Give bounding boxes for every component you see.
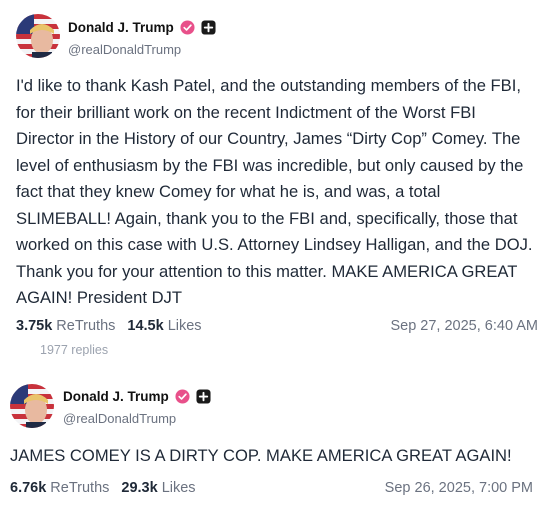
timestamp[interactable]: Sep 27, 2025, 6:40 AM [390, 318, 538, 334]
likes-label[interactable]: Likes [168, 318, 202, 334]
verified-badge-icon [180, 20, 195, 35]
retruths-label[interactable]: ReTruths [56, 318, 115, 334]
replies-count[interactable]: 1977 replies [40, 344, 108, 356]
likes-label[interactable]: Likes [162, 480, 196, 496]
retruths-count[interactable]: 6.76k [10, 480, 46, 496]
avatar[interactable] [16, 14, 60, 58]
likes-count[interactable]: 29.3k [121, 480, 157, 496]
likes-count[interactable]: 14.5k [127, 318, 163, 334]
timestamp[interactable]: Sep 26, 2025, 7:00 PM [385, 480, 533, 496]
verified-badge-icon [175, 389, 190, 404]
plus-badge-icon [196, 389, 211, 404]
retruths-count[interactable]: 3.75k [16, 318, 52, 334]
plus-badge-icon [201, 20, 216, 35]
avatar[interactable] [10, 384, 54, 428]
post-text: JAMES COMEY IS A DIRTY COP. MAKE AMERICA… [10, 446, 512, 465]
post-card[interactable]: Donald J. Trump @realDonaldTrump I'd lik… [0, 0, 552, 350]
post-text: I'd like to thank Kash Patel, and the ou… [16, 76, 533, 307]
display-name[interactable]: Donald J. Trump [68, 20, 174, 35]
handle[interactable]: @realDonaldTrump [68, 42, 181, 57]
post-card[interactable]: Donald J. Trump @realDonaldTrump JAMES C… [0, 372, 552, 510]
retruths-label[interactable]: ReTruths [50, 480, 109, 496]
handle[interactable]: @realDonaldTrump [63, 411, 176, 426]
display-name[interactable]: Donald J. Trump [63, 389, 169, 404]
